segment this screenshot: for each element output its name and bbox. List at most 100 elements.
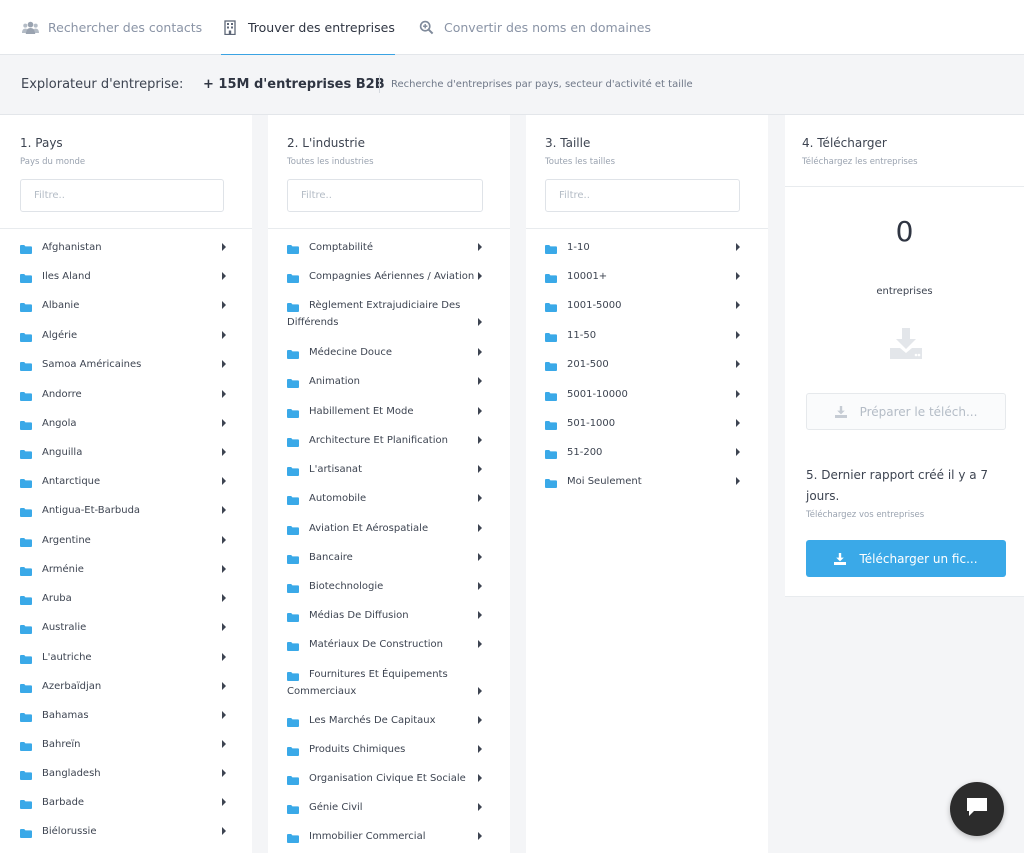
chevron-right-icon	[736, 448, 740, 456]
download-header: 4. Télécharger Téléchargez les entrepris…	[785, 115, 1024, 187]
chevron-right-icon	[736, 331, 740, 339]
list-item-label: Bancaire	[309, 552, 353, 563]
folder-icon	[287, 745, 299, 756]
chat-widget-button[interactable]	[950, 782, 1004, 836]
list-item-label: Afghanistan	[42, 242, 102, 253]
list-item-label: Matériaux De Construction	[309, 639, 443, 650]
chevron-right-icon	[222, 301, 226, 309]
chevron-right-icon	[222, 623, 226, 631]
download-icon	[834, 552, 847, 565]
folder-icon	[20, 243, 32, 254]
folder-icon	[20, 798, 32, 809]
list-item-label: Médias De Diffusion	[309, 610, 409, 621]
chevron-right-icon	[222, 653, 226, 661]
folder-icon	[545, 301, 557, 312]
chevron-right-icon	[222, 360, 226, 368]
folder-icon	[287, 436, 299, 447]
chevron-right-icon	[736, 301, 740, 309]
countries-filter-input[interactable]	[20, 179, 224, 212]
industries-header: 2. L'industrie Toutes les industries	[268, 115, 510, 228]
tab-label: Rechercher des contacts	[48, 20, 203, 35]
folder-icon	[20, 594, 32, 605]
folder-icon	[20, 506, 32, 517]
chevron-right-icon	[478, 716, 482, 724]
building-icon	[221, 19, 239, 37]
list-item-label: 501-1000	[567, 418, 616, 429]
chevron-right-icon	[478, 774, 482, 782]
list-item-label: 10001+	[567, 271, 608, 282]
chevron-right-icon	[222, 390, 226, 398]
list-item-label: Organisation Civique Et Sociale	[309, 773, 466, 784]
folder-icon	[287, 272, 299, 283]
folder-icon	[20, 536, 32, 547]
search-plus-icon	[417, 19, 435, 37]
folder-icon	[287, 803, 299, 814]
chevron-right-icon	[736, 272, 740, 280]
chat-icon	[965, 796, 989, 822]
list-item-label: Biélorussie	[42, 826, 97, 837]
list-item-label: Aviation Et Aérospatiale	[309, 523, 429, 534]
folder-icon	[20, 272, 32, 283]
last-report-title: 5. Dernier rapport créé il y a 7 jours.	[806, 468, 989, 503]
folder-icon	[287, 348, 299, 359]
folder-icon	[20, 448, 32, 459]
folder-icon	[20, 623, 32, 634]
list-item-label: Antarctique	[42, 476, 101, 487]
panel-title: 4. Télécharger	[802, 136, 887, 150]
folder-icon	[287, 832, 299, 843]
folder-icon	[545, 448, 557, 459]
folder-icon	[20, 682, 32, 693]
download-tray-icon	[889, 326, 923, 360]
prepare-download-button[interactable]: Préparer le téléch...	[806, 393, 1006, 430]
list-item-label: Australie	[42, 622, 87, 633]
folder-icon	[287, 774, 299, 785]
list-item-label: Andorre	[42, 389, 82, 400]
tab-convert-domains[interactable]: Convertir des noms en domaines	[417, 0, 651, 55]
chevron-right-icon	[478, 348, 482, 356]
list-item-label: 51-200	[567, 447, 603, 458]
industries-filter-input[interactable]	[287, 179, 483, 212]
panel-subtitle: Toutes les tailles	[545, 157, 616, 167]
tab-find-companies[interactable]: Trouver des entreprises	[221, 0, 395, 56]
list-item-label: Aruba	[42, 593, 72, 604]
folder-icon	[287, 377, 299, 388]
chevron-right-icon	[736, 390, 740, 398]
chevron-right-icon	[478, 553, 482, 561]
chevron-right-icon	[478, 272, 482, 280]
chevron-right-icon	[478, 687, 482, 695]
tab-search-contacts[interactable]: Rechercher des contacts	[21, 0, 202, 55]
list-item-label: Compagnies Aériennes / Aviation	[309, 271, 475, 282]
chevron-right-icon	[478, 377, 482, 385]
chevron-right-icon	[222, 565, 226, 573]
download-icon	[834, 405, 847, 418]
chevron-right-icon	[478, 494, 482, 502]
list-item-label: 11-50	[567, 330, 597, 341]
panel-subtitle: Pays du monde	[20, 157, 86, 167]
companies-count-label: entreprises	[876, 286, 933, 297]
folder-icon	[545, 419, 557, 430]
list-item-label: Iles Aland	[42, 271, 91, 282]
chevron-right-icon	[222, 419, 226, 427]
list-item-label: Architecture Et Planification	[309, 435, 448, 446]
list-item-label: Angola	[42, 418, 77, 429]
panel-title: 1. Pays	[20, 136, 63, 150]
chevron-right-icon	[222, 798, 226, 806]
folder-icon	[20, 565, 32, 576]
chevron-right-icon	[478, 318, 482, 326]
list-item-label: Animation	[309, 376, 360, 387]
chevron-right-icon	[222, 272, 226, 280]
chevron-right-icon	[478, 465, 482, 473]
list-item-label: Algérie	[42, 330, 78, 341]
list-item-label: Médecine Douce	[309, 347, 393, 358]
folder-icon	[20, 769, 32, 780]
chevron-right-icon	[478, 436, 482, 444]
folder-icon	[20, 653, 32, 664]
list-item-label: 201-500	[567, 359, 609, 370]
sizes-filter-input[interactable]	[545, 179, 740, 212]
list-item-label: Bahreïn	[42, 739, 81, 750]
list-item-label: Les Marchés De Capitaux	[309, 715, 436, 726]
chevron-right-icon	[736, 419, 740, 427]
download-file-button[interactable]: Télécharger un fic...	[806, 540, 1006, 577]
explorer-header: Explorateur d'entreprise: + 15M d'entrep…	[0, 55, 1024, 115]
chevron-right-icon	[222, 506, 226, 514]
